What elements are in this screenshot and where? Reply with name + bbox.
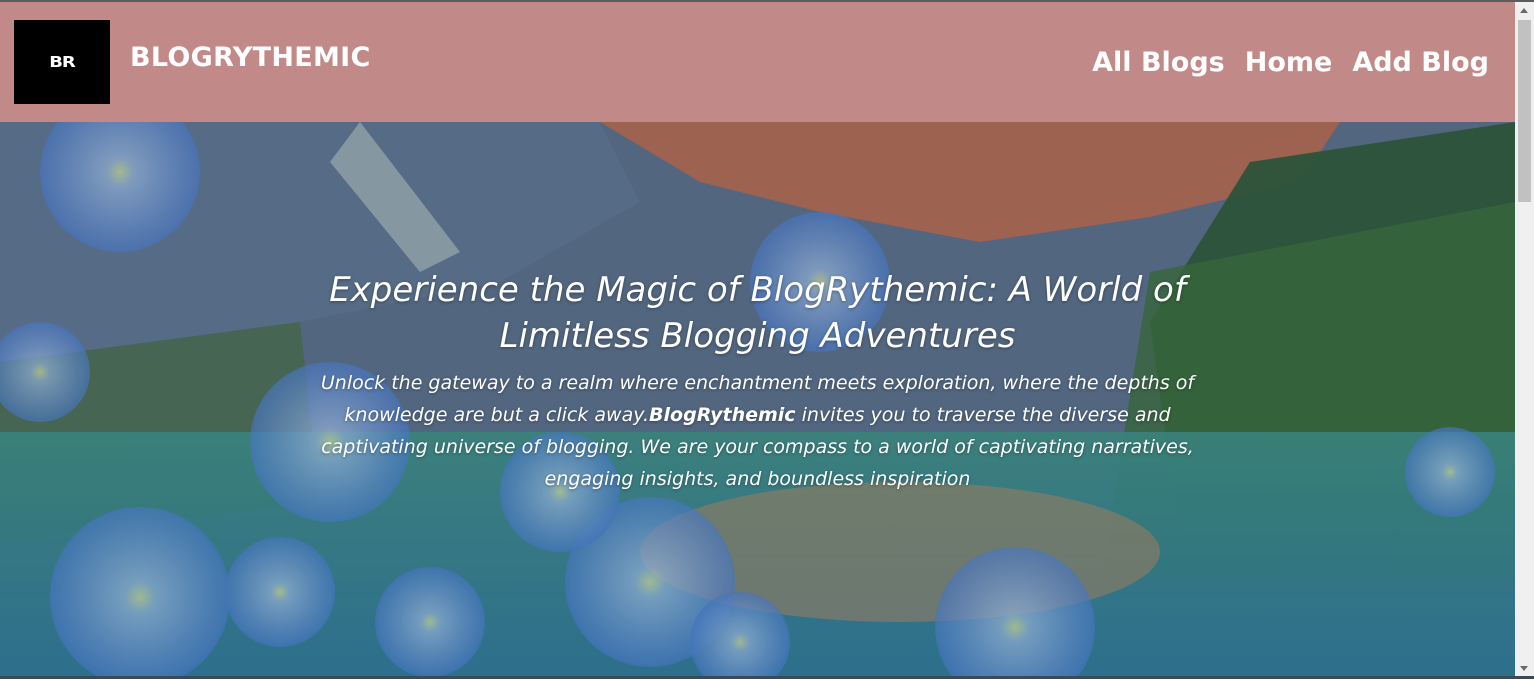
hero-content: Experience the Magic of BlogRythemic: A … xyxy=(290,267,1225,495)
brand-name[interactable]: BLOGRYTHEMIC xyxy=(130,42,371,73)
nav-link-home[interactable]: Home xyxy=(1245,47,1333,78)
hero-section: Experience the Magic of BlogRythemic: A … xyxy=(0,122,1515,679)
navbar: BR BLOGRYTHEMIC All Blogs Home Add Blog xyxy=(0,2,1515,122)
nav-link-add-blog[interactable]: Add Blog xyxy=(1352,47,1489,78)
vertical-scrollbar[interactable] xyxy=(1515,2,1534,679)
nav-links: All Blogs Home Add Blog xyxy=(1092,47,1489,78)
nav-link-all-blogs[interactable]: All Blogs xyxy=(1092,47,1225,78)
hero-description: Unlock the gateway to a realm where ench… xyxy=(290,367,1225,495)
hero-description-brand: BlogRythemic xyxy=(649,404,796,426)
logo[interactable]: BR xyxy=(14,20,110,104)
page: BR BLOGRYTHEMIC All Blogs Home Add Blog xyxy=(0,0,1534,679)
scroll-down-arrow-icon[interactable] xyxy=(1520,666,1528,671)
scroll-up-arrow-icon[interactable] xyxy=(1520,8,1528,13)
hero-title: Experience the Magic of BlogRythemic: A … xyxy=(329,270,1186,356)
scrollbar-thumb[interactable] xyxy=(1518,20,1531,202)
logo-text: BR xyxy=(49,53,76,71)
